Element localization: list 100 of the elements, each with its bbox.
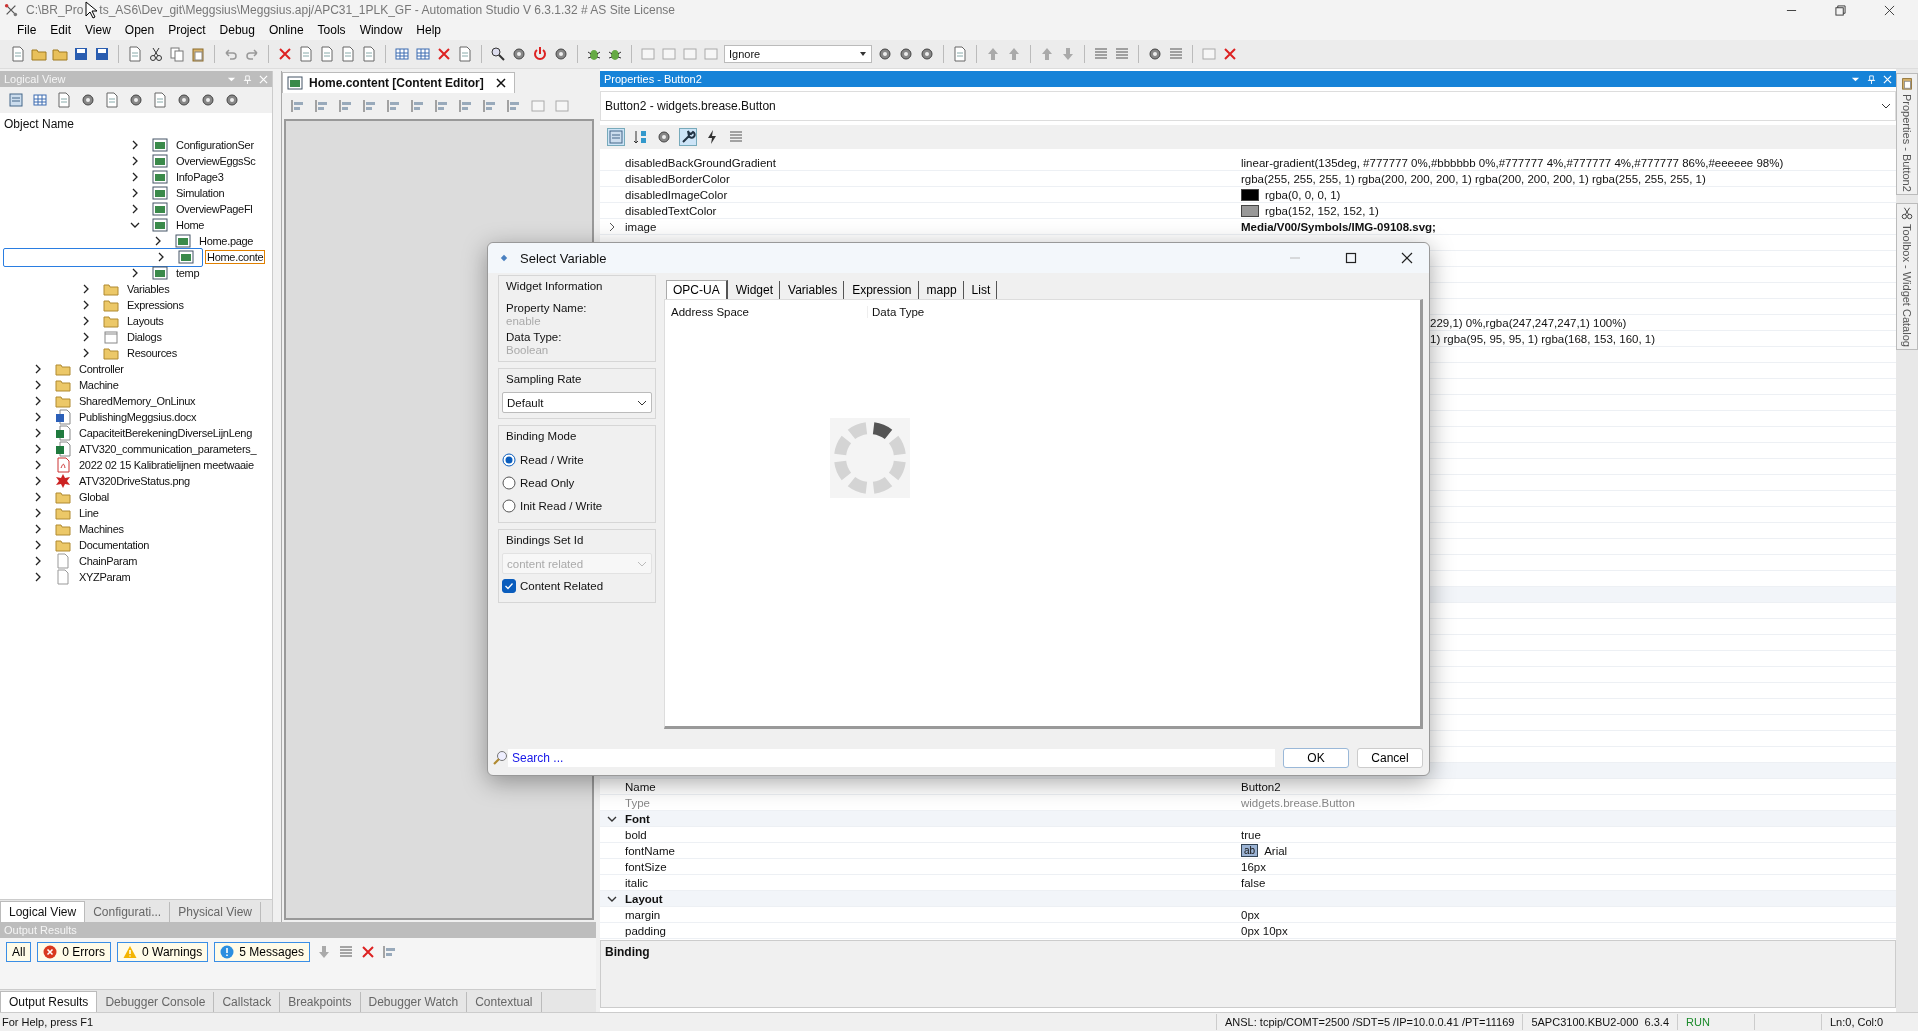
grid-icon[interactable] — [394, 46, 410, 62]
align-icon[interactable] — [382, 944, 398, 960]
radio-button[interactable] — [502, 453, 516, 467]
tab[interactable]: OPC-UA — [666, 280, 728, 299]
search-icon[interactable] — [490, 46, 506, 62]
tree-item[interactable]: InfoPage3 — [3, 169, 272, 185]
tree-item[interactable]: ConfigurationSer — [3, 137, 272, 153]
chevron-right-icon[interactable] — [130, 172, 140, 182]
tree-item[interactable]: ATV320_communication_parameters_ — [3, 441, 272, 457]
gear-icon[interactable] — [1147, 46, 1163, 62]
document-icon[interactable] — [319, 46, 335, 62]
sampling-rate-dropdown[interactable]: Default — [502, 392, 652, 413]
tree-item[interactable]: Dialogs — [3, 329, 272, 345]
power-icon[interactable] — [532, 46, 548, 62]
document-icon[interactable] — [10, 46, 26, 62]
menu-item[interactable]: Open — [117, 20, 162, 40]
gear-icon[interactable] — [553, 46, 569, 62]
dropdown[interactable]: Ignore — [724, 45, 872, 63]
cross-icon[interactable] — [277, 46, 293, 62]
side-tab[interactable]: Properties - Button2 — [1896, 73, 1918, 195]
tree-item[interactable]: Home — [3, 217, 272, 233]
gear-icon[interactable] — [80, 92, 96, 108]
panel-tab[interactable]: Output Results — [0, 991, 98, 1012]
gear-icon[interactable] — [656, 129, 672, 145]
tree-item[interactable]: ATV320DriveStatus.png — [3, 473, 272, 489]
close-icon[interactable] — [1401, 252, 1413, 264]
tree-item[interactable]: OverviewPageFl — [3, 201, 272, 217]
grid-icon[interactable] — [32, 92, 48, 108]
list-icon[interactable] — [338, 944, 354, 960]
radio-button[interactable] — [502, 476, 516, 490]
gear-icon[interactable] — [128, 92, 144, 108]
tree-item[interactable]: Machine — [3, 377, 272, 393]
panel-tab[interactable]: Logical View — [0, 901, 86, 922]
tree-item[interactable]: CapaciteitBerekeningDiverseLijnLeng — [3, 425, 272, 441]
gear-icon[interactable] — [176, 92, 192, 108]
chevron-right-icon[interactable] — [33, 476, 43, 486]
restore-icon[interactable] — [1835, 4, 1846, 16]
menu-item[interactable]: Debug — [212, 20, 262, 40]
redo-icon[interactable] — [244, 46, 260, 62]
radio-option[interactable]: Read / Write — [502, 449, 652, 471]
tree-item[interactable]: Resources — [3, 345, 272, 361]
menu-item[interactable]: Tools — [310, 20, 353, 40]
chevron-right-icon[interactable] — [130, 204, 140, 214]
chevron-right-icon[interactable] — [81, 332, 91, 342]
chevron-right-icon[interactable] — [81, 284, 91, 294]
document-icon[interactable] — [152, 92, 168, 108]
chevron-right-icon[interactable] — [153, 236, 163, 246]
chevron-right-icon[interactable] — [33, 524, 43, 534]
close-icon[interactable] — [495, 78, 506, 88]
filter-button[interactable]: All — [6, 942, 32, 962]
radio-button[interactable] — [502, 499, 516, 513]
menu-item[interactable]: Project — [161, 20, 213, 40]
checkbox[interactable] — [502, 579, 516, 593]
sort-icon[interactable] — [632, 129, 648, 145]
radio-option[interactable]: Init Read / Write — [502, 495, 652, 517]
save-icon[interactable] — [73, 46, 89, 62]
document-icon[interactable] — [56, 92, 72, 108]
document-icon[interactable] — [361, 46, 377, 62]
cross-icon[interactable] — [1222, 46, 1238, 62]
tree-item[interactable]: Simulation — [3, 185, 272, 201]
chevron-right-icon[interactable] — [33, 412, 43, 422]
cross-icon[interactable] — [436, 46, 452, 62]
save-icon[interactable] — [94, 46, 110, 62]
cross-icon[interactable] — [360, 944, 376, 960]
tree-item[interactable]: XYZParam — [3, 569, 272, 585]
copy-icon[interactable] — [169, 46, 185, 62]
chevron-right-icon[interactable] — [33, 428, 43, 438]
gear-icon[interactable] — [200, 92, 216, 108]
tree-item[interactable]: temp — [3, 265, 272, 281]
gear-icon[interactable] — [919, 46, 935, 62]
chevron-right-icon[interactable] — [130, 140, 140, 150]
maximize-icon[interactable] — [1345, 252, 1357, 264]
chevron-right-icon[interactable] — [33, 508, 43, 518]
chevron-right-icon[interactable] — [81, 348, 91, 358]
document-icon[interactable] — [457, 46, 473, 62]
radio-option[interactable]: Read Only — [502, 472, 652, 494]
chevron-right-icon[interactable] — [81, 300, 91, 310]
tree-item[interactable]: Variables — [3, 281, 272, 297]
filter-button[interactable]: 5 Messages — [214, 942, 310, 962]
gear-icon[interactable] — [877, 46, 893, 62]
chevron-right-icon[interactable] — [33, 364, 43, 374]
folder-icon[interactable] — [31, 46, 47, 62]
tree-item[interactable]: OverviewEggsSc — [3, 153, 272, 169]
tree-item[interactable]: Global — [3, 489, 272, 505]
tree-item[interactable]: Home.page — [3, 233, 272, 249]
tree-item[interactable]: PublishingMeggsius.docx — [3, 409, 272, 425]
close-icon[interactable] — [1884, 4, 1895, 16]
table-icon[interactable] — [8, 92, 24, 108]
gear-icon[interactable] — [224, 92, 240, 108]
chevron-right-icon[interactable] — [81, 316, 91, 326]
menu-item[interactable]: Edit — [43, 20, 79, 40]
chevron-right-icon[interactable] — [33, 540, 43, 550]
gear-icon[interactable] — [898, 46, 914, 62]
chevron-right-icon[interactable] — [130, 188, 140, 198]
tree-item[interactable]: 2022 02 15 Kalibratielijnen meetwaaie — [3, 457, 272, 473]
object-selector[interactable]: Button2 - widgets.brease.Button — [600, 91, 1896, 121]
filter-button[interactable]: 0 Warnings — [117, 942, 209, 962]
document-icon[interactable] — [952, 46, 968, 62]
checkbox-option[interactable]: Content Related — [502, 575, 652, 597]
tree-item[interactable]: SharedMemory_OnLinux — [3, 393, 272, 409]
